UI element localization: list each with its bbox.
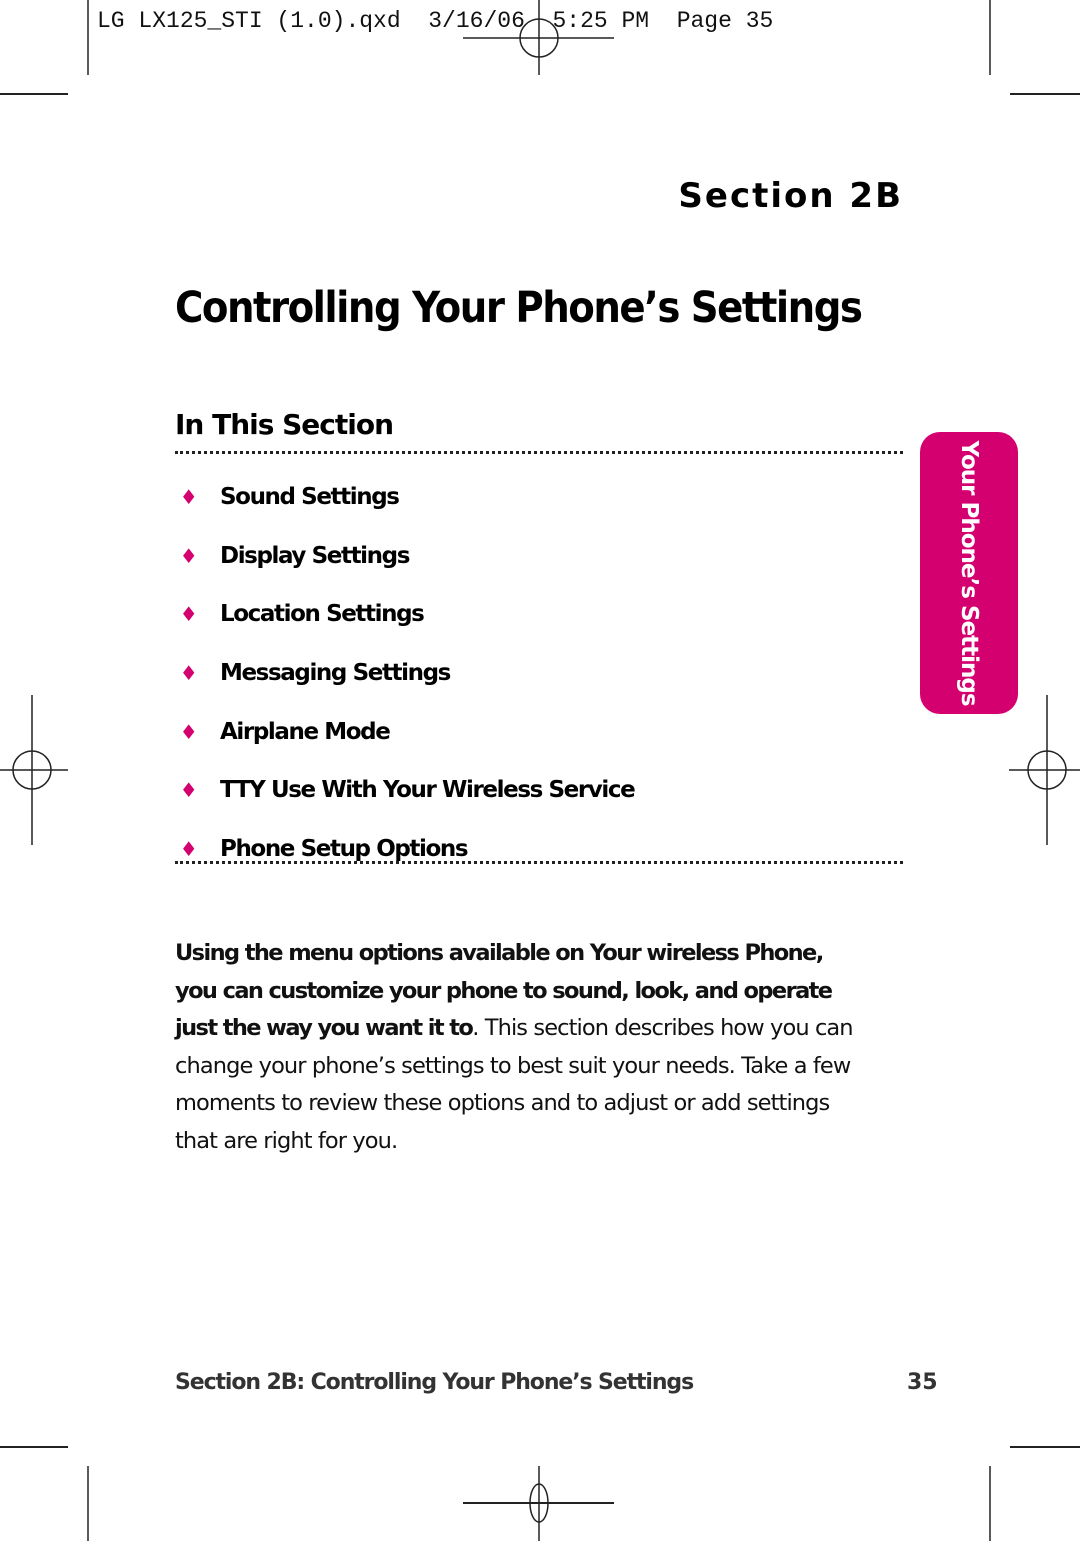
dotted-divider: [175, 861, 903, 864]
footer-page-number: 35: [907, 1370, 938, 1395]
print-slug: LG LX125_STI (1.0).qxd 3/16/06 5:25 PM P…: [97, 8, 774, 34]
toc-item-location-settings[interactable]: ♦ Location Settings: [178, 585, 634, 644]
diamond-bullet-icon: ♦: [179, 602, 198, 627]
diamond-bullet-icon: ♦: [179, 778, 198, 803]
diamond-bullet-icon: ♦: [179, 836, 198, 861]
intro-paragraph: Using the menu options available on Your…: [175, 935, 855, 1161]
toc-item-label: Sound Settings: [220, 484, 400, 511]
toc-item-label: TTY Use With Your Wireless Service: [220, 777, 636, 804]
toc-item-phone-setup-options[interactable]: ♦ Phone Setup Options: [178, 820, 634, 879]
side-tab-label: Your Phone’s Settings: [956, 440, 982, 706]
footer-running-title: Section 2B: Controlling Your Phone’s Set…: [175, 1370, 694, 1395]
toc-item-messaging-settings[interactable]: ♦ Messaging Settings: [178, 644, 634, 703]
diamond-bullet-icon: ♦: [179, 543, 198, 568]
toc-item-label: Location Settings: [220, 601, 425, 628]
registration-mark: [12, 750, 52, 790]
registration-mark: [1027, 750, 1067, 790]
diamond-bullet-icon: ♦: [179, 661, 198, 686]
registration-mark: [529, 1483, 549, 1523]
toc-item-display-settings[interactable]: ♦ Display Settings: [178, 527, 634, 586]
page-title: Controlling Your Phone’s Settings: [175, 283, 863, 333]
in-this-section-heading: In This Section: [175, 408, 394, 441]
toc-item-label: Phone Setup Options: [220, 835, 469, 862]
dotted-divider: [175, 451, 903, 454]
diamond-bullet-icon: ♦: [179, 719, 198, 744]
toc-item-label: Airplane Mode: [220, 718, 391, 745]
section-contents-list: ♦ Sound Settings ♦ Display Settings ♦ Lo…: [178, 468, 636, 879]
section-label: Section 2B: [678, 176, 903, 216]
toc-item-label: Display Settings: [220, 542, 410, 569]
toc-item-tty-use[interactable]: ♦ TTY Use With Your Wireless Service: [178, 761, 636, 820]
diamond-bullet-icon: ♦: [179, 485, 198, 510]
toc-item-label: Messaging Settings: [220, 660, 451, 687]
toc-item-airplane-mode[interactable]: ♦ Airplane Mode: [178, 702, 634, 761]
toc-item-sound-settings[interactable]: ♦ Sound Settings: [178, 468, 634, 527]
chapter-side-tab[interactable]: Your Phone’s Settings: [920, 432, 1018, 714]
